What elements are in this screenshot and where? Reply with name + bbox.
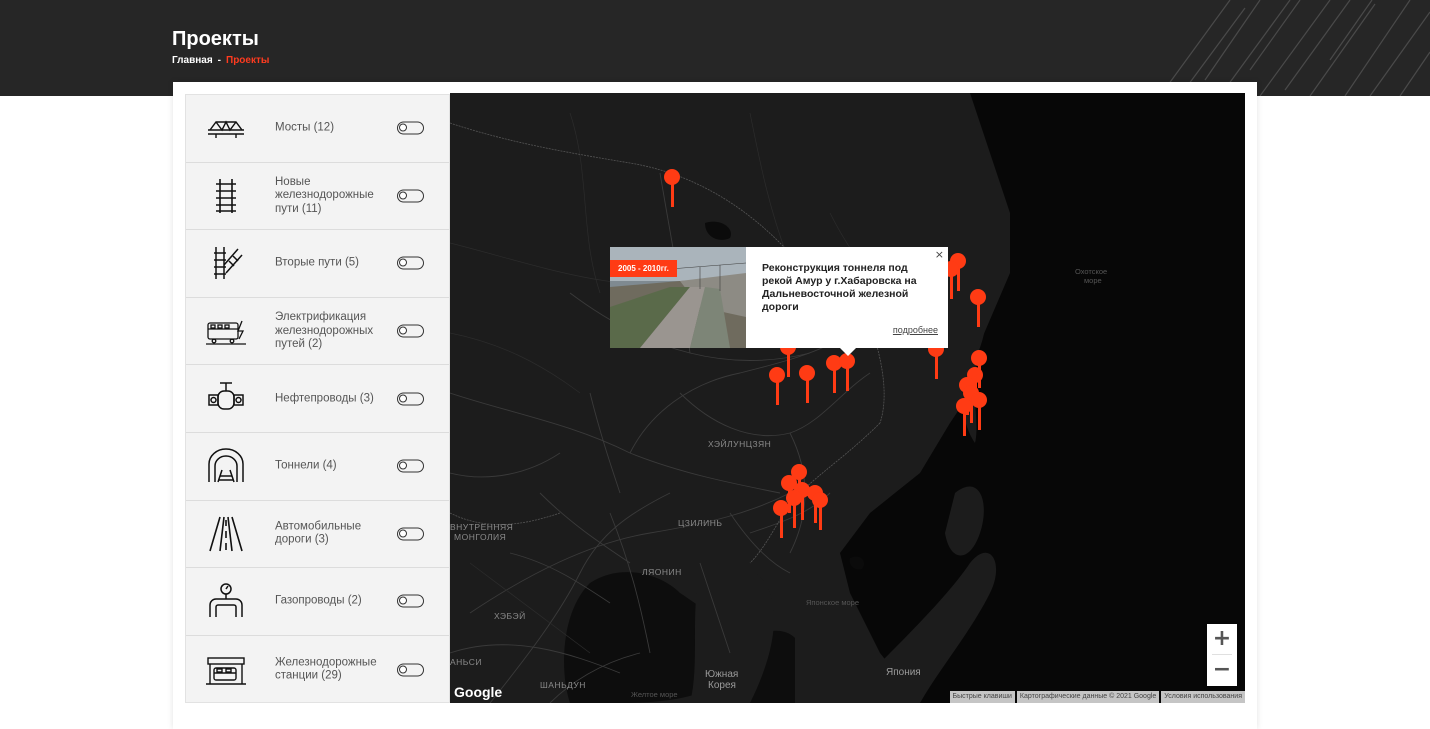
filter-label: Нефтепроводы (3) — [275, 391, 374, 404]
map-label-hebei: ХЭБЭЙ — [494, 611, 526, 621]
railway-track-icon — [204, 176, 248, 216]
filter-item-tunnels[interactable]: Тоннели (4) — [186, 433, 449, 501]
filter-toggle-oil-pipelines[interactable] — [397, 392, 424, 406]
filter-item-oil-pipelines[interactable]: Нефтепроводы (3) — [186, 365, 449, 433]
keyboard-shortcuts-link[interactable]: Быстрые клавиши — [949, 691, 1015, 703]
filter-toggle-roads[interactable] — [397, 527, 424, 541]
map-label-jilin: ЦЗИЛИНЬ — [678, 518, 723, 528]
project-marker[interactable] — [773, 500, 789, 540]
gas-pipeline-icon — [204, 581, 248, 621]
zoom-controls: + − — [1207, 624, 1237, 686]
map-label-liaoning: ЛЯОНИН — [642, 567, 682, 577]
project-marker[interactable] — [664, 169, 680, 209]
filter-toggle-second-tracks[interactable] — [397, 256, 424, 270]
map-label-south-korea: Южная — [705, 669, 739, 680]
close-icon[interactable]: × — [935, 248, 944, 261]
project-info-popup: 2005 - 2010гг. Реконструкция тоннеля под… — [610, 247, 948, 356]
zoom-out-button[interactable]: − — [1207, 655, 1237, 685]
breadcrumb-current: Проекты — [226, 55, 270, 66]
filter-label: Автомобильные дороги (3) — [275, 520, 362, 546]
map-data-credit: Картографические данные © 2021 Google — [1016, 691, 1160, 703]
filter-label: Железнодорожные станции (29) — [275, 656, 377, 682]
project-marker[interactable] — [971, 392, 987, 432]
filter-toggle-tunnels[interactable] — [397, 459, 424, 473]
map-label-yellow-sea: Желтое море — [631, 690, 678, 699]
project-marker[interactable] — [956, 398, 972, 438]
filter-item-second-tracks[interactable]: Вторые пути (5) — [186, 230, 449, 298]
map-label-region: АНЬСИ — [450, 657, 482, 667]
filter-label: Вторые пути (5) — [275, 256, 359, 269]
project-marker[interactable] — [769, 367, 785, 407]
filter-toggle-railway-stations[interactable] — [397, 663, 424, 677]
railway-station-icon — [204, 650, 248, 690]
map-label-inner-mongolia: ВНУТРЕННЯЯ — [450, 522, 514, 532]
map-label-inner-mongolia: МОНГОЛИЯ — [454, 532, 507, 542]
project-photo: 2005 - 2010гг. — [610, 247, 746, 348]
map-label-south-korea: Корея — [708, 680, 736, 691]
project-marker[interactable] — [839, 353, 855, 393]
projects-map[interactable]: ХЭЙЛУНЦЗЯН ЦЗИЛИНЬ ЛЯОНИН ХЭБЭЙ ШАНЬДУН … — [450, 93, 1245, 703]
map-attribution: Быстрые клавиши Картографические данные … — [948, 691, 1245, 703]
project-marker[interactable] — [812, 492, 828, 532]
breadcrumb-home-link[interactable]: Главная — [172, 55, 213, 66]
map-label-japan: Япония — [886, 667, 921, 678]
road-icon — [204, 514, 248, 554]
second-track-icon — [204, 243, 248, 283]
filter-toggle-gas-pipelines[interactable] — [397, 594, 424, 608]
terms-of-use-link[interactable]: Условия использования — [1161, 691, 1245, 703]
page-title: Проекты — [172, 28, 259, 50]
breadcrumb-separator: - — [217, 55, 222, 66]
filter-toggle-bridges[interactable] — [397, 121, 424, 135]
filter-label: Мосты (12) — [275, 121, 335, 134]
filter-item-new-railways[interactable]: Новые железнодорожные пути (11) — [186, 163, 449, 231]
project-title: Реконструкция тоннеля под рекой Амур у г… — [762, 262, 917, 313]
project-marker[interactable] — [970, 289, 986, 329]
filter-label: Новые железнодорожные пути (11) — [275, 175, 374, 215]
bridge-icon — [204, 108, 248, 148]
project-period-badge: 2005 - 2010гг. — [610, 260, 677, 277]
oil-pipeline-valve-icon — [204, 379, 248, 419]
map-tiles — [450, 93, 1245, 703]
filter-item-gas-pipelines[interactable]: Газопроводы (2) — [186, 568, 449, 636]
breadcrumb: Главная - Проекты — [172, 55, 269, 66]
project-filter-sidebar: Мосты (12) Новые железнодорожные пути (1… — [185, 94, 450, 703]
filter-label: Электрификация железнодорожных путей (2) — [275, 310, 374, 350]
map-label-okhotsk-sea: море — [1084, 276, 1102, 285]
filter-item-railway-stations[interactable]: Железнодорожные станции (29) — [186, 636, 449, 704]
zoom-in-button[interactable]: + — [1207, 624, 1237, 654]
filter-item-roads[interactable]: Автомобильные дороги (3) — [186, 501, 449, 569]
map-label-sea-of-japan: Японское море — [806, 598, 860, 607]
tunnel-icon — [204, 446, 248, 486]
electrified-train-icon — [204, 311, 248, 351]
project-marker[interactable] — [799, 365, 815, 405]
filter-item-electrification[interactable]: Электрификация железнодорожных путей (2) — [186, 298, 449, 366]
projects-panel: Мосты (12) Новые железнодорожные пути (1… — [173, 82, 1257, 729]
filter-toggle-electrification[interactable] — [397, 324, 424, 338]
map-label-okhotsk-sea: Охотское — [1075, 267, 1108, 276]
map-label-heilongjiang: ХЭЙЛУНЦЗЯН — [708, 439, 772, 449]
more-details-link[interactable]: подробнее — [893, 325, 938, 335]
popup-pointer — [840, 348, 856, 356]
filter-item-bridges[interactable]: Мосты (12) — [186, 95, 449, 163]
filter-toggle-new-railways[interactable] — [397, 189, 424, 203]
filter-label: Газопроводы (2) — [275, 594, 362, 607]
map-label-shandong: ШАНЬДУН — [540, 680, 586, 690]
google-logo[interactable]: Google — [454, 684, 502, 700]
filter-label: Тоннели (4) — [275, 459, 337, 472]
